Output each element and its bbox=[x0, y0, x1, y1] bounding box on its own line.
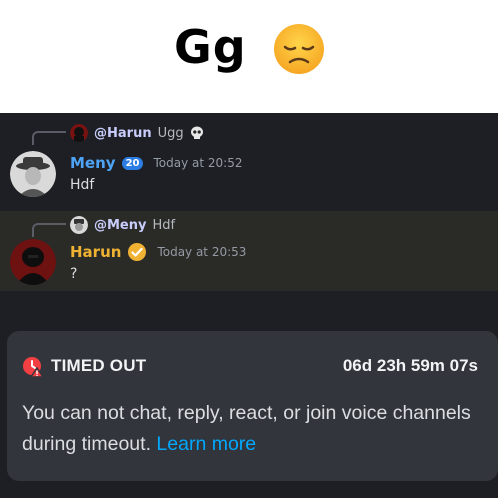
level-badge: 20 bbox=[121, 156, 144, 170]
reply-text: Ugg bbox=[157, 125, 184, 141]
chat-area: @Harun Ugg Meny 20 Today at 20:52 Hdf @M… bbox=[0, 113, 498, 498]
message-timestamp: Today at 20:53 bbox=[157, 245, 247, 259]
reply-connector bbox=[32, 223, 66, 237]
message-header: Meny 20 Today at 20:52 bbox=[70, 154, 242, 172]
timeout-clock-icon bbox=[23, 357, 44, 377]
timeout-countdown: 06d 23h 59m 07s bbox=[342, 356, 478, 375]
timeout-notice: TIMED OUT 06d 23h 59m 07s You can not ch… bbox=[7, 331, 498, 481]
check-badge-icon bbox=[128, 243, 147, 261]
author-name[interactable]: Harun bbox=[70, 243, 121, 261]
message-body: ? bbox=[70, 266, 78, 282]
reply-text: Hdf bbox=[152, 217, 176, 233]
reply-preview[interactable]: @Meny Hdf bbox=[70, 215, 175, 235]
meme-caption: Gg bbox=[0, 0, 498, 113]
timeout-description: You can not chat, reply, react, or join … bbox=[22, 398, 482, 460]
meny-mini-avatar bbox=[70, 216, 88, 234]
reply-preview[interactable]: @Harun Ugg bbox=[70, 123, 204, 143]
skull-icon bbox=[190, 126, 203, 139]
reply-username[interactable]: @Harun bbox=[94, 126, 152, 141]
chat-message[interactable]: @Harun Ugg Meny 20 Today at 20:52 Hdf bbox=[0, 121, 498, 211]
caption-text: Gg bbox=[174, 20, 247, 74]
disappointed-face-icon bbox=[274, 24, 324, 74]
learn-more-link[interactable]: Learn more bbox=[156, 433, 256, 455]
message-timestamp: Today at 20:52 bbox=[153, 156, 243, 170]
author-name[interactable]: Meny bbox=[70, 154, 116, 172]
meny-avatar[interactable] bbox=[10, 151, 56, 197]
timeout-title: TIMED OUT bbox=[51, 356, 147, 375]
message-body: Hdf bbox=[70, 177, 95, 193]
reply-connector bbox=[32, 131, 66, 145]
harun-avatar[interactable] bbox=[10, 239, 56, 285]
harun-mini-avatar bbox=[70, 124, 88, 142]
message-header: Harun Today at 20:53 bbox=[70, 242, 246, 262]
reply-username[interactable]: @Meny bbox=[94, 218, 146, 233]
chat-message[interactable]: @Meny Hdf Harun Today at 20:53 ? bbox=[0, 211, 498, 291]
